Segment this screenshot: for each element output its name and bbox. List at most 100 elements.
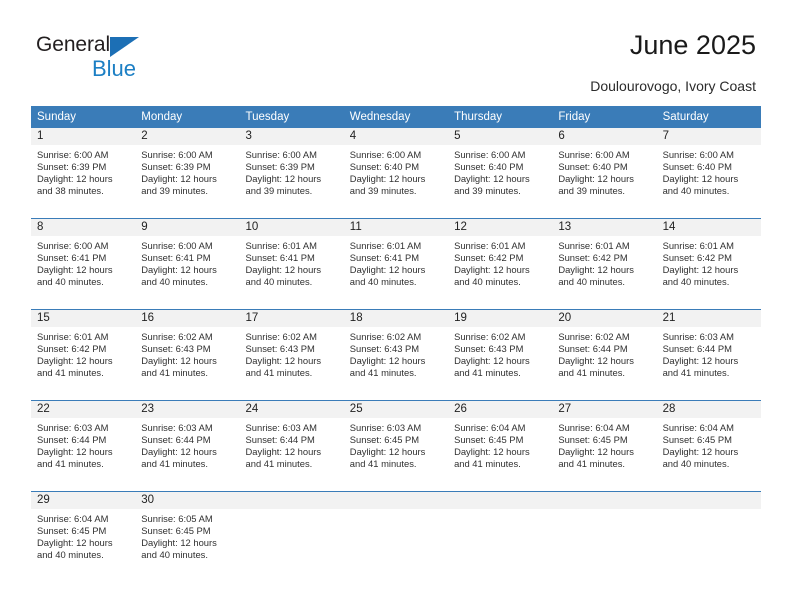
day-details: Sunrise: 6:00 AM Sunset: 6:41 PM Daylight:… [31,236,135,288]
day-details: Sunrise: 6:02 AM Sunset: 6:43 PM Daylight:… [344,327,448,379]
daylight-text-line1: Daylight: 12 hours [141,263,217,275]
daylight-text-line2: and 41 minutes. [245,457,313,469]
calendar-day-cell[interactable]: 5 Sunrise: 6:00 AM Sunset: 6:40 PM Daylight… [448,128,553,211]
logo-text-general: General [36,33,111,56]
daylight-text-line2: and 41 minutes. [349,366,417,378]
sunset-text: Sunset: 6:41 PM [37,251,107,263]
calendar-day-cell[interactable]: 28 Sunrise: 6:04 AM Sunset: 6:45 PM Dayligh… [656,401,761,484]
calendar-day-cell[interactable]: 2 Sunrise: 6:00 AM Sunset: 6:39 PM Daylight… [135,128,240,211]
day-number [448,492,553,509]
calendar-day-cell[interactable]: 16 Sunrise: 6:02 AM Sunset: 6:43 PM Dayligh… [135,310,240,393]
day-details [448,509,552,513]
sunset-text: Sunset: 6:45 PM [558,433,628,445]
weekday-header-thursday: Thursday [454,111,502,123]
daylight-text-line2: and 40 minutes. [141,548,208,560]
calendar-day-cell[interactable]: 3 Sunrise: 6:00 AM Sunset: 6:39 PM Daylight… [239,128,344,211]
calendar-day-cell[interactable]: 6 Sunrise: 6:00 AM Sunset: 6:40 PM Daylight… [552,128,657,211]
daylight-text-line1: Daylight: 12 hours [37,263,113,275]
day-details: Sunrise: 6:04 AM Sunset: 6:45 PM Daylight:… [552,418,656,470]
calendar-day-cell[interactable]: 24 Sunrise: 6:03 AM Sunset: 6:44 PM Dayligh… [239,401,344,484]
daylight-text-line1: Daylight: 12 hours [454,354,530,366]
daylight-text-line1: Daylight: 12 hours [245,263,322,275]
calendar-weekday-header: Sunday Monday Tuesday Wednesday Thursday Frid… [31,106,761,128]
day-details: Sunrise: 6:03 AM Sunset: 6:44 PM Daylight:… [135,418,239,470]
calendar-day-cell[interactable]: 22 Sunrise: 6:03 AM Sunset: 6:44 PM Dayligh… [31,401,136,484]
calendar-day-cell[interactable]: 29 Sunrise: 6:04 AM Sunset: 6:45 PM Dayligh… [31,492,136,575]
calendar-day-cell[interactable]: 23 Sunrise: 6:03 AM Sunset: 6:44 PM Dayligh… [135,401,240,484]
daylight-text-line2: and 39 minutes. [349,184,417,196]
general-blue-logo[interactable]: General Blue [36,33,166,85]
logo-text-blue: Blue [92,56,137,81]
daylight-text-line1: Daylight: 12 hours [558,445,634,457]
calendar-day-cell[interactable]: 7 Sunrise: 6:00 AM Sunset: 6:40 PM Daylight… [656,128,761,211]
page-title: June 2025 [629,30,756,60]
sunrise-text: Sunrise: 6:00 AM [662,149,734,160]
sunrise-text: Sunrise: 6:00 AM [141,240,213,251]
daylight-text-line1: Daylight: 12 hours [245,172,322,184]
calendar-day-cell[interactable]: 20 Sunrise: 6:02 AM Sunset: 6:44 PM Dayligh… [552,310,657,393]
calendar-day-cell[interactable]: 12 Sunrise: 6:01 AM Sunset: 6:42 PM Dayligh… [448,219,553,302]
day-number [552,492,657,509]
calendar-empty-cell [552,492,657,575]
calendar-day-cell[interactable]: 10 Sunrise: 6:01 AM Sunset: 6:41 PM Dayligh… [239,219,344,302]
daylight-text-line2: and 40 minutes. [37,275,104,287]
day-details: Sunrise: 6:04 AM Sunset: 6:45 PM Daylight:… [448,418,552,470]
calendar-day-cell[interactable]: 19 Sunrise: 6:02 AM Sunset: 6:43 PM Dayligh… [448,310,553,393]
day-number: 7 [656,128,761,145]
daylight-text-line2: and 38 minutes. [37,184,104,196]
calendar-day-cell[interactable]: 21 Sunrise: 6:03 AM Sunset: 6:44 PM Dayligh… [656,310,761,393]
logo-triangle-icon [110,37,139,57]
day-details: Sunrise: 6:04 AM Sunset: 6:45 PM Daylight:… [657,418,761,470]
day-number: 17 [239,310,344,327]
day-details [240,509,344,513]
sunset-text: Sunset: 6:40 PM [662,160,732,172]
day-details: Sunrise: 6:01 AM Sunset: 6:42 PM Daylight:… [448,236,552,288]
calendar-day-cell[interactable]: 1 Sunrise: 6:00 AM Sunset: 6:39 PM Daylight… [31,128,136,211]
sunrise-text: Sunrise: 6:01 AM [454,240,526,251]
calendar-day-cell[interactable]: 18 Sunrise: 6:02 AM Sunset: 6:43 PM Dayligh… [343,310,449,393]
calendar-day-cell[interactable]: 15 Sunrise: 6:01 AM Sunset: 6:42 PM Dayligh… [31,310,136,393]
calendar-day-cell[interactable]: 26 Sunrise: 6:04 AM Sunset: 6:45 PM Dayligh… [448,401,553,484]
calendar-empty-cell [448,492,553,575]
daylight-text-line2: and 39 minutes. [454,184,521,196]
sunset-text: Sunset: 6:40 PM [558,160,628,172]
calendar-day-cell[interactable]: 11 Sunrise: 6:01 AM Sunset: 6:41 PM Dayligh… [343,219,449,302]
daylight-text-line1: Daylight: 12 hours [662,354,739,366]
day-number: 8 [31,219,136,236]
calendar-week-row: 29 Sunrise: 6:04 AM Sunset: 6:45 PM Dayligh… [31,491,761,575]
weekday-header-tuesday: Tuesday [245,111,290,123]
calendar-day-cell[interactable]: 25 Sunrise: 6:03 AM Sunset: 6:45 PM Dayligh… [343,401,449,484]
day-details: Sunrise: 6:01 AM Sunset: 6:42 PM Daylight:… [657,236,761,288]
calendar-day-cell[interactable]: 13 Sunrise: 6:01 AM Sunset: 6:42 PM Dayligh… [552,219,657,302]
daylight-text-line2: and 41 minutes. [349,457,417,469]
calendar-day-cell[interactable]: 14 Sunrise: 6:01 AM Sunset: 6:42 PM Dayligh… [656,219,761,302]
calendar-week-row: 1 Sunrise: 6:00 AM Sunset: 6:39 PM Daylight… [31,128,761,211]
daylight-text-line1: Daylight: 12 hours [37,536,113,548]
calendar-day-cell[interactable]: 9 Sunrise: 6:00 AM Sunset: 6:41 PM Daylight… [135,219,240,302]
day-number: 24 [239,401,344,418]
day-number: 18 [343,310,449,327]
calendar-day-cell[interactable]: 17 Sunrise: 6:02 AM Sunset: 6:43 PM Dayligh… [239,310,344,393]
sunset-text: Sunset: 6:39 PM [37,160,107,172]
day-number: 11 [343,219,449,236]
sunrise-text: Sunrise: 6:03 AM [662,331,734,342]
daylight-text-line2: and 41 minutes. [558,457,626,469]
weekday-header-sunday: Sunday [37,111,77,123]
page-header: General Blue June 2025 Doulourovogo, Ivo… [0,0,792,100]
calendar-page: General Blue June 2025 Doulourovogo, Ivo… [0,0,792,612]
daylight-text-line2: and 40 minutes. [37,548,104,560]
daylight-text-line2: and 40 minutes. [662,184,730,196]
sunset-text: Sunset: 6:39 PM [141,160,211,172]
calendar-day-cell[interactable]: 8 Sunrise: 6:00 AM Sunset: 6:41 PM Daylight… [31,219,136,302]
calendar-empty-cell [343,492,449,575]
day-number: 22 [31,401,136,418]
calendar-day-cell[interactable]: 27 Sunrise: 6:04 AM Sunset: 6:45 PM Dayligh… [552,401,657,484]
sunrise-text: Sunrise: 6:04 AM [558,422,630,433]
calendar-day-cell[interactable]: 30 Sunrise: 6:05 AM Sunset: 6:45 PM Dayligh… [135,492,240,575]
calendar-day-cell[interactable]: 4 Sunrise: 6:00 AM Sunset: 6:40 PM Daylight… [343,128,449,211]
daylight-text-line2: and 40 minutes. [662,457,730,469]
day-details [344,509,448,513]
day-number: 10 [239,219,344,236]
day-details: Sunrise: 6:00 AM Sunset: 6:39 PM Daylight:… [31,145,135,197]
day-details: Sunrise: 6:02 AM Sunset: 6:43 PM Daylight:… [135,327,239,379]
